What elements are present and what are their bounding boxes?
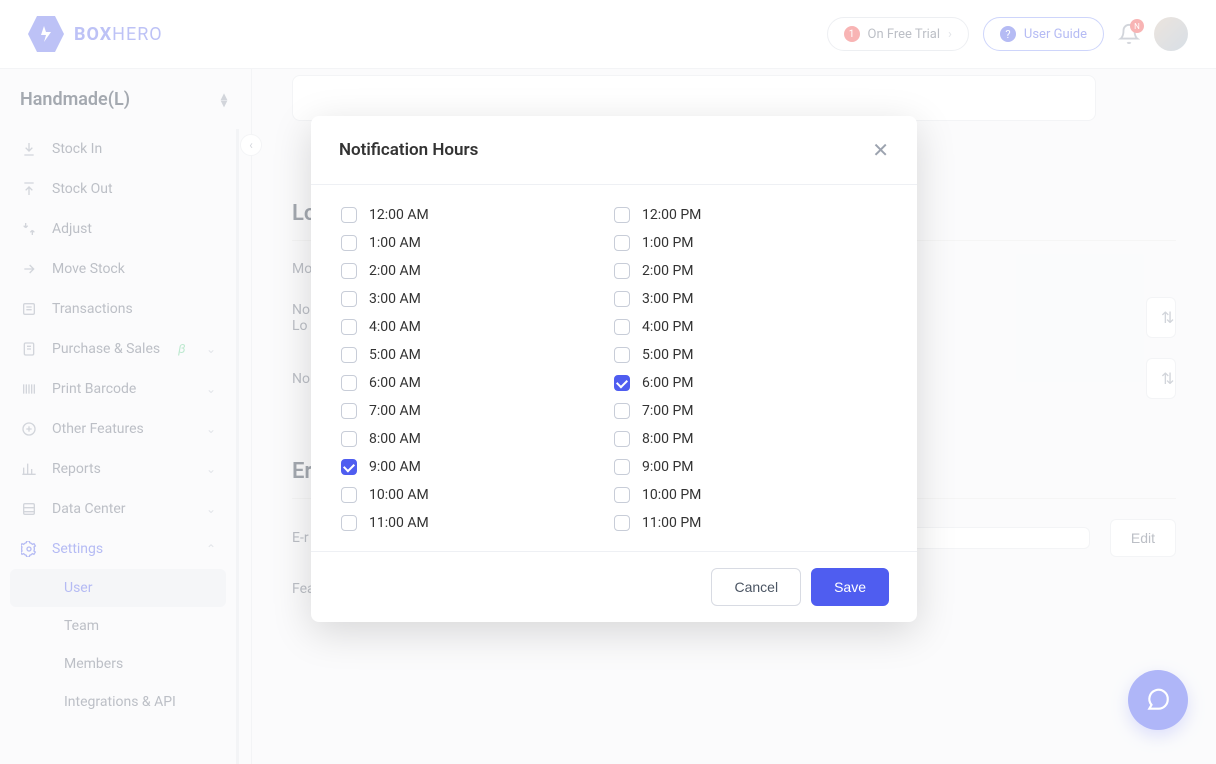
hour-checkbox-item[interactable]: 9:00 AM [341, 459, 614, 475]
hour-label: 12:00 PM [642, 207, 701, 223]
checkbox-icon[interactable] [341, 403, 357, 419]
hour-label: 6:00 AM [369, 375, 421, 391]
hour-label: 4:00 PM [642, 319, 694, 335]
checkbox-icon[interactable] [341, 431, 357, 447]
hour-checkbox-item[interactable]: 4:00 AM [341, 319, 614, 335]
hour-checkbox-item[interactable]: 11:00 AM [341, 515, 614, 531]
checkbox-icon[interactable] [341, 319, 357, 335]
hour-checkbox-item[interactable]: 8:00 AM [341, 431, 614, 447]
hour-label: 5:00 PM [642, 347, 694, 363]
save-button[interactable]: Save [811, 568, 889, 606]
hour-checkbox-item[interactable]: 12:00 AM [341, 207, 614, 223]
checkbox-icon[interactable] [614, 207, 630, 223]
checkbox-icon[interactable] [614, 235, 630, 251]
hour-checkbox-item[interactable]: 8:00 PM [614, 431, 887, 447]
checkbox-icon[interactable] [341, 207, 357, 223]
hour-label: 2:00 PM [642, 263, 694, 279]
hour-label: 8:00 PM [642, 431, 694, 447]
hours-column-pm: 12:00 PM 1:00 PM 2:00 PM 3:00 PM 4:00 PM 5:00… [614, 207, 887, 531]
hour-label: 3:00 PM [642, 291, 694, 307]
hour-checkbox-item[interactable]: 11:00 PM [614, 515, 887, 531]
checkbox-icon[interactable] [614, 515, 630, 531]
hour-label: 1:00 AM [369, 235, 421, 251]
hour-label: 9:00 AM [369, 459, 421, 475]
checkbox-icon[interactable] [341, 235, 357, 251]
checkbox-icon[interactable] [341, 487, 357, 503]
hour-checkbox-item[interactable]: 12:00 PM [614, 207, 887, 223]
checkbox-icon[interactable] [614, 263, 630, 279]
hour-checkbox-item[interactable]: 1:00 AM [341, 235, 614, 251]
hour-label: 1:00 PM [642, 235, 694, 251]
hour-checkbox-item[interactable]: 7:00 AM [341, 403, 614, 419]
hour-label: 7:00 PM [642, 403, 694, 419]
hour-label: 2:00 AM [369, 263, 421, 279]
cancel-button[interactable]: Cancel [711, 568, 801, 606]
modal-body: 12:00 AM 1:00 AM 2:00 AM 3:00 AM 4:00 AM 5:00… [311, 185, 917, 551]
hour-label: 11:00 AM [369, 515, 429, 531]
checkbox-icon[interactable] [614, 319, 630, 335]
checkbox-icon[interactable] [341, 459, 357, 475]
hour-label: 11:00 PM [642, 515, 701, 531]
hour-label: 7:00 AM [369, 403, 421, 419]
hour-checkbox-item[interactable]: 7:00 PM [614, 403, 887, 419]
checkbox-icon[interactable] [614, 375, 630, 391]
hour-checkbox-item[interactable]: 5:00 AM [341, 347, 614, 363]
checkbox-icon[interactable] [341, 263, 357, 279]
checkbox-icon[interactable] [614, 403, 630, 419]
checkbox-icon[interactable] [341, 347, 357, 363]
modal-header: Notification Hours ✕ [311, 116, 917, 185]
hour-label: 5:00 AM [369, 347, 421, 363]
hour-checkbox-item[interactable]: 10:00 PM [614, 487, 887, 503]
hour-checkbox-item[interactable]: 10:00 AM [341, 487, 614, 503]
checkbox-icon[interactable] [341, 291, 357, 307]
checkbox-icon[interactable] [614, 291, 630, 307]
close-icon[interactable]: ✕ [872, 138, 889, 162]
checkbox-icon[interactable] [614, 431, 630, 447]
hour-label: 10:00 PM [642, 487, 701, 503]
checkbox-icon[interactable] [341, 375, 357, 391]
hour-checkbox-item[interactable]: 6:00 AM [341, 375, 614, 391]
hours-column-am: 12:00 AM 1:00 AM 2:00 AM 3:00 AM 4:00 AM 5:00… [341, 207, 614, 531]
modal-title: Notification Hours [339, 140, 478, 160]
checkbox-icon[interactable] [341, 515, 357, 531]
hour-label: 4:00 AM [369, 319, 421, 335]
hour-checkbox-item[interactable]: 2:00 AM [341, 263, 614, 279]
notification-hours-modal: Notification Hours ✕ 12:00 AM 1:00 AM 2:00… [311, 116, 917, 622]
hour-checkbox-item[interactable]: 3:00 PM [614, 291, 887, 307]
hour-checkbox-item[interactable]: 3:00 AM [341, 291, 614, 307]
hour-checkbox-item[interactable]: 6:00 PM [614, 375, 887, 391]
hour-label: 8:00 AM [369, 431, 421, 447]
checkbox-icon[interactable] [614, 347, 630, 363]
hour-label: 10:00 AM [369, 487, 429, 503]
hour-label: 9:00 PM [642, 459, 694, 475]
checkbox-icon[interactable] [614, 459, 630, 475]
hour-checkbox-item[interactable]: 5:00 PM [614, 347, 887, 363]
hour-checkbox-item[interactable]: 9:00 PM [614, 459, 887, 475]
hour-label: 6:00 PM [642, 375, 694, 391]
hour-checkbox-item[interactable]: 4:00 PM [614, 319, 887, 335]
checkbox-icon[interactable] [614, 487, 630, 503]
hour-label: 3:00 AM [369, 291, 421, 307]
hour-checkbox-item[interactable]: 2:00 PM [614, 263, 887, 279]
hour-checkbox-item[interactable]: 1:00 PM [614, 235, 887, 251]
modal-footer: Cancel Save [311, 551, 917, 622]
hour-label: 12:00 AM [369, 207, 429, 223]
